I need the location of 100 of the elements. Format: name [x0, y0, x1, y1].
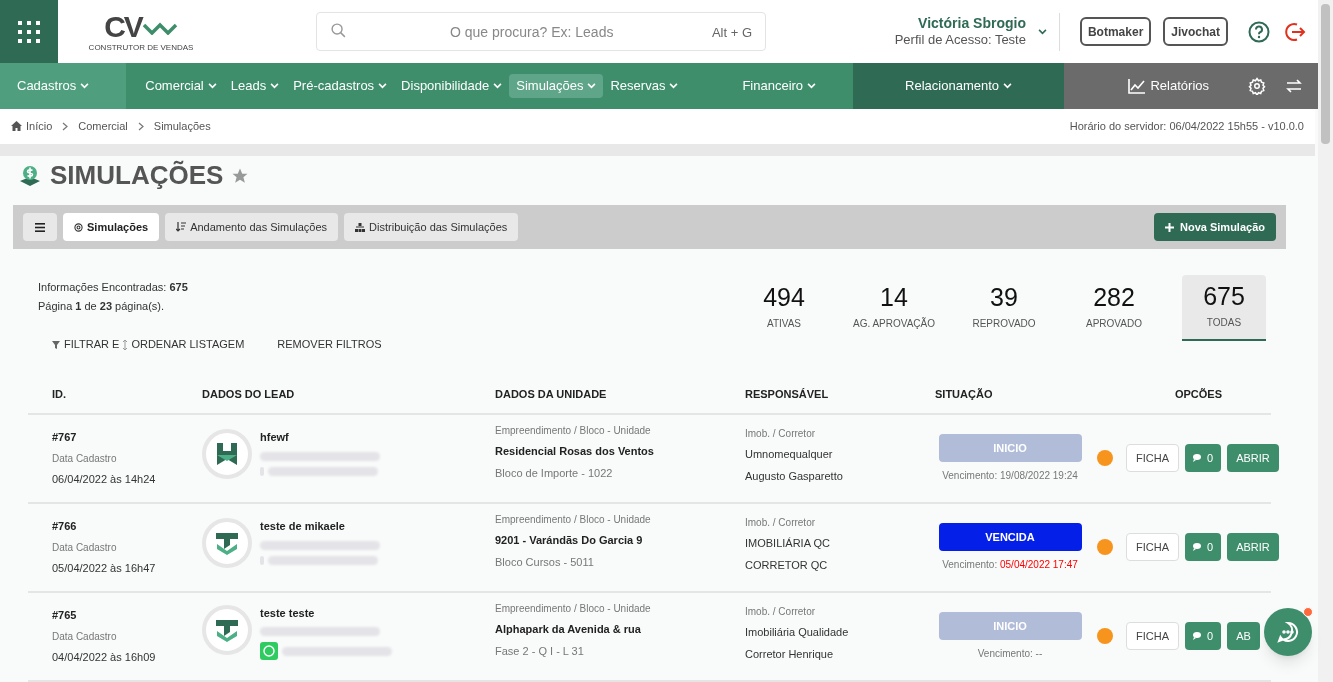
chevron-down-icon: [587, 82, 597, 89]
open-button[interactable]: ABRIR: [1227, 444, 1279, 473]
unit-label: Empreendimento / Bloco - Unidade: [495, 513, 652, 528]
record-button[interactable]: FICHA: [1126, 533, 1179, 562]
due-label: Vencimento:: [942, 559, 998, 570]
comments-button[interactable]: 0: [1185, 533, 1222, 562]
remove-filters-button[interactable]: REMOVER FILTROS: [277, 336, 382, 353]
record-button[interactable]: FICHA: [1126, 622, 1179, 651]
settings-icon[interactable]: [1248, 76, 1266, 95]
unit-name: 9201 - Varándãs Do Garcia 9: [495, 533, 644, 549]
sort-icon: [176, 222, 187, 233]
stat-tab[interactable]: 494 ATIVAS: [742, 275, 826, 342]
responsible-label: Imob. / Corretor: [745, 516, 817, 531]
column-header: SITUAÇÃO: [935, 387, 993, 400]
search-icon: [330, 22, 347, 39]
unit-detail-text: Bloco Cursos - 5011: [495, 555, 595, 570]
date-label: Data Cadastro: [52, 630, 118, 644]
column-header: OPCÕES: [1174, 387, 1223, 400]
chevron-down-icon: [80, 82, 90, 89]
agency-name: Umnomequalquer: [745, 447, 834, 463]
breadcrumb-link[interactable]: Comercial: [78, 118, 128, 135]
help-icon[interactable]: [1248, 20, 1270, 43]
status-badge: INICIO: [938, 612, 1082, 640]
filter-sort-button[interactable]: FILTRAR E ORDENAR LISTAGEM: [52, 336, 245, 353]
chevron-right-icon: [62, 121, 69, 131]
money-icon: [18, 164, 42, 188]
at-icon: [74, 223, 83, 232]
unit-detail-text: Fase 2 - Q I - L 31: [495, 644, 585, 659]
chart-icon: [1128, 77, 1147, 94]
tab[interactable]: Distribuição das Simulações: [344, 213, 519, 242]
comments-button[interactable]: 0: [1185, 444, 1222, 473]
menu-icon: [35, 223, 45, 232]
tab[interactable]: Andamento das Simulações: [165, 213, 339, 242]
chevron-down-icon: [1003, 82, 1013, 89]
chevron-down-icon: [1037, 28, 1047, 35]
menu-button[interactable]: [23, 213, 57, 242]
record-date: 05/04/2022 às 16h47: [52, 561, 157, 576]
hierarchy-icon: [355, 223, 366, 232]
sort-arrows-icon: [123, 339, 128, 350]
open-button[interactable]: AB: [1227, 622, 1260, 651]
record-button[interactable]: FICHA: [1126, 444, 1179, 473]
record-id: #765: [52, 608, 78, 624]
nav-item[interactable]: Pré-cadastros: [286, 73, 395, 98]
nav-item[interactable]: Leads: [223, 73, 287, 98]
scrollbar[interactable]: [1318, 0, 1333, 682]
record-id: #767: [52, 430, 78, 446]
stat-tab[interactable]: 675 TODAS: [1182, 275, 1266, 342]
column-header: DADOS DA UNIDADE: [495, 387, 607, 400]
star-icon[interactable]: [231, 167, 250, 185]
broker-name: CORRETOR QC: [745, 558, 829, 573]
breadcrumb-link[interactable]: Simulações: [153, 118, 211, 135]
unit-label: Empreendimento / Bloco - Unidade: [495, 424, 652, 439]
agency-name: IMOBILIÁRIA QC: [745, 536, 831, 552]
header-button[interactable]: Botmaker: [1079, 17, 1152, 46]
broker-name: Corretor Henrique: [745, 647, 835, 662]
user-menu[interactable]: Victória Sbrogio Perfil de Acesso: Teste: [894, 14, 1047, 49]
stat-tab[interactable]: 39 REPROVADO: [962, 275, 1046, 342]
lead-name: teste teste: [260, 605, 316, 621]
lead-name: teste de mikaele: [260, 519, 346, 535]
letter-logo-icon: [214, 530, 240, 557]
page-title: SIMULAÇÕES: [50, 159, 224, 193]
apps-menu-button[interactable]: [0, 0, 58, 63]
date-label: Data Cadastro: [52, 541, 118, 555]
chevron-right-icon: [137, 121, 144, 131]
results-count: Informações Encontradas: 675: [38, 280, 189, 296]
unit-name: Residencial Rosas dos Ventos: [495, 444, 655, 460]
status-badge: INICIO: [938, 434, 1082, 462]
column-header: DADOS DO LEAD: [202, 387, 295, 400]
header-button[interactable]: Jivochat: [1163, 17, 1228, 46]
agency-name: Imobiliária Qualidade: [745, 625, 850, 641]
logout-icon[interactable]: [1284, 20, 1306, 43]
column-header: ID.: [52, 387, 67, 400]
chat-button[interactable]: [1264, 608, 1312, 656]
swap-icon[interactable]: [1286, 78, 1302, 93]
column-header: RESPONSÁVEL: [745, 387, 829, 400]
shortcut-hint: Alt + G: [711, 24, 752, 42]
letter-logo-icon: [214, 441, 240, 468]
nav-item[interactable]: Comercial: [138, 73, 224, 98]
chevron-down-icon: [669, 82, 679, 89]
comments-button[interactable]: 0: [1185, 622, 1222, 651]
due-label: Vencimento:: [977, 648, 1033, 659]
new-simulation-button[interactable]: Nova Simulação: [1154, 213, 1276, 242]
date-label: Data Cadastro: [52, 452, 118, 466]
comment-icon: [1193, 632, 1203, 641]
breadcrumb-link[interactable]: Início: [26, 118, 53, 135]
comment-icon: [1193, 454, 1203, 463]
tab[interactable]: Simulações: [63, 213, 160, 242]
stat-tab[interactable]: 14 AG. APROVAÇÃO: [852, 275, 936, 342]
grid-icon: [17, 19, 41, 44]
filter-icon: [52, 340, 60, 349]
open-button[interactable]: ABRIR: [1227, 533, 1279, 562]
stat-tab[interactable]: 282 APROVADO: [1072, 275, 1156, 342]
nav-item[interactable]: Reservas: [603, 73, 686, 98]
chat-icon: [1276, 620, 1300, 644]
record-date: 06/04/2022 às 14h24: [52, 472, 157, 487]
nav-item[interactable]: Disponibilidade: [394, 73, 510, 98]
logo[interactable]: CV CONSTRUTOR DE VENDAS: [86, 11, 196, 52]
unit-detail-text: Bloco de Importe - 1022: [495, 466, 614, 481]
chevron-down-icon: [270, 82, 280, 89]
chevron-down-icon: [207, 82, 217, 89]
